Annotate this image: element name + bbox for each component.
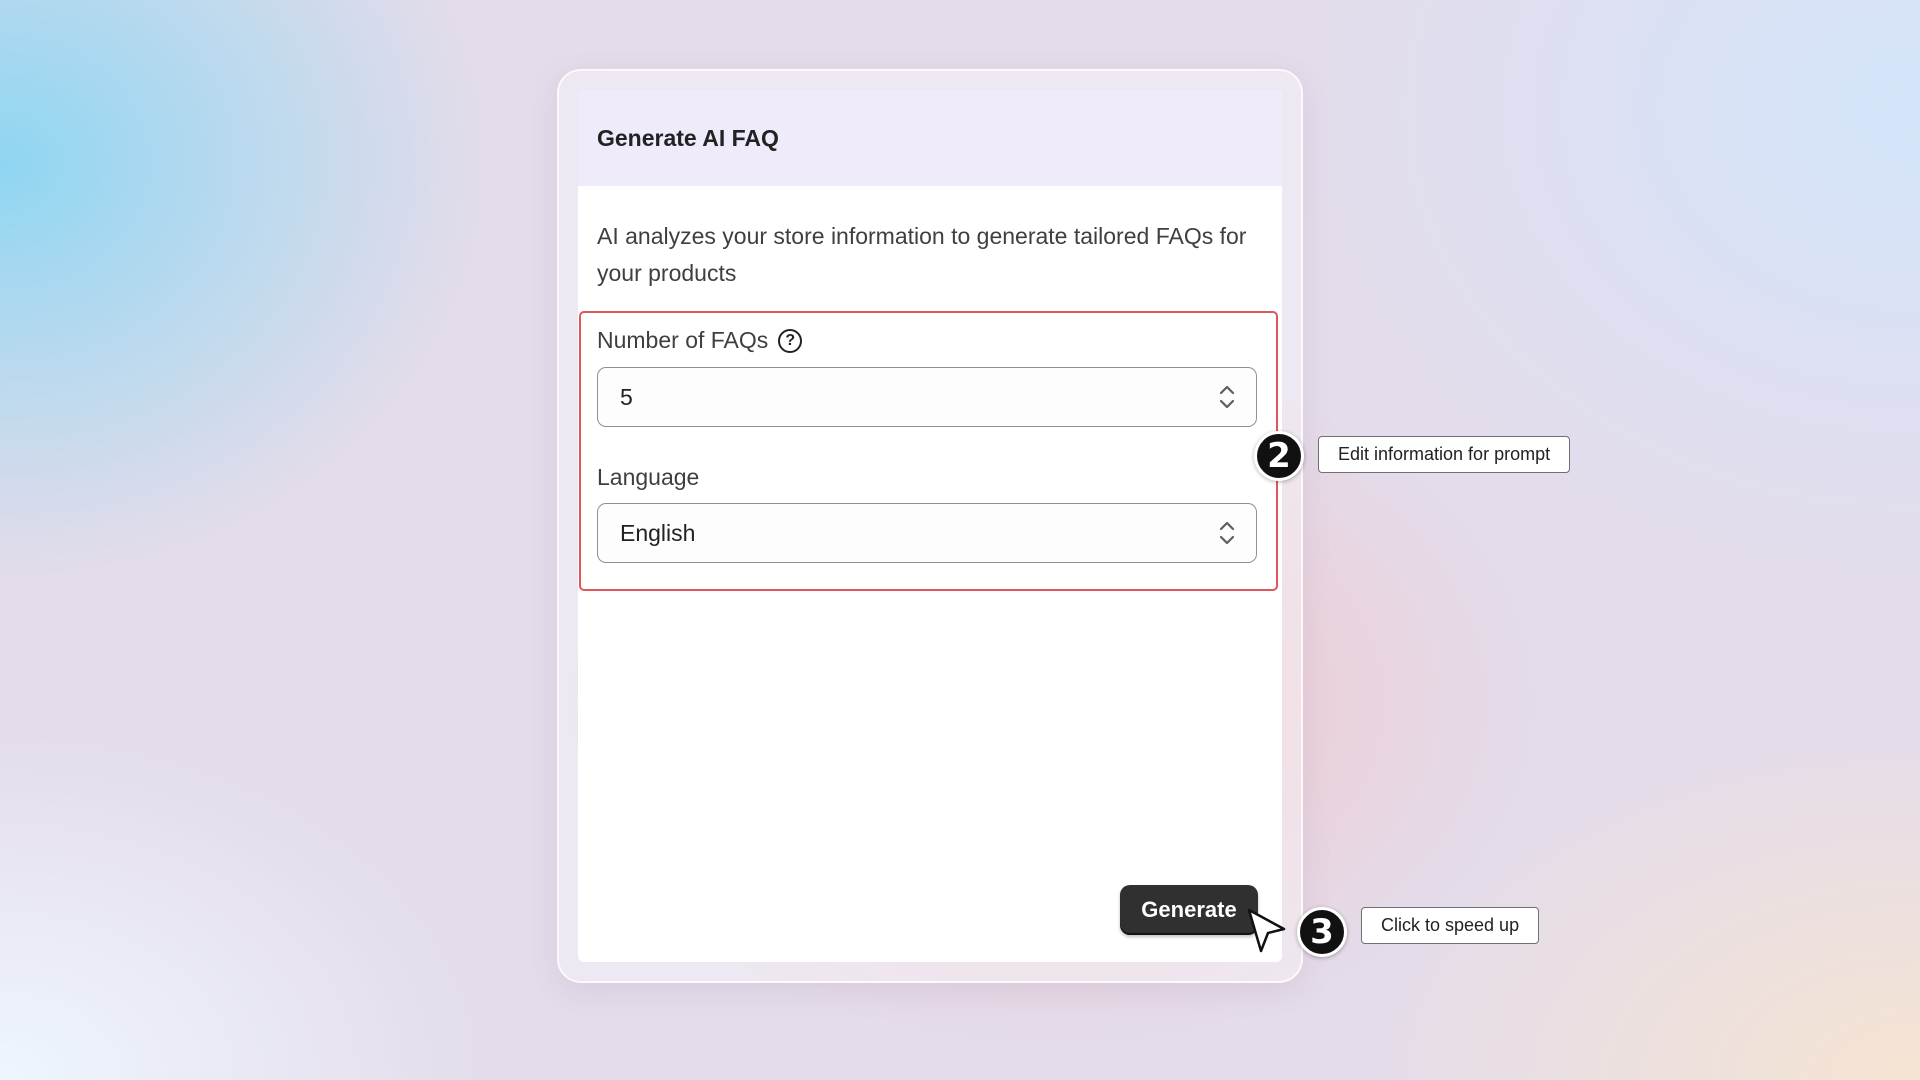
question-circle-icon[interactable]: ?	[778, 328, 803, 353]
faq-count-select[interactable]: 5	[597, 367, 1257, 427]
language-label: Language	[597, 464, 700, 490]
chevron-up-down-icon	[1219, 521, 1235, 545]
step-2-callout: Edit information for prompt	[1318, 436, 1571, 473]
language-select[interactable]: English	[597, 503, 1257, 563]
step-3-callout: Click to speed up	[1361, 907, 1540, 944]
generate-button[interactable]: Generate	[1120, 885, 1258, 935]
modal-title: Generate AI FAQ	[597, 124, 779, 151]
faq-count-value: 5	[620, 383, 633, 410]
cursor-arrow-icon	[1247, 908, 1286, 953]
modal-header: Generate AI FAQ	[578, 90, 1282, 186]
generate-faq-modal: Generate AI FAQ AI analyzes your store i…	[578, 90, 1282, 962]
step-3-badge: 3	[1297, 907, 1347, 957]
step-2-badge: 2	[1254, 431, 1304, 481]
faq-count-label-row: Number of FAQs ?	[597, 327, 803, 354]
language-label-row: Language	[597, 464, 699, 491]
faq-count-label: Number of FAQs	[597, 327, 769, 353]
chevron-up-down-icon	[1219, 385, 1235, 409]
language-value: English	[620, 519, 696, 546]
modal-description: AI analyzes your store information to ge…	[597, 223, 1247, 286]
